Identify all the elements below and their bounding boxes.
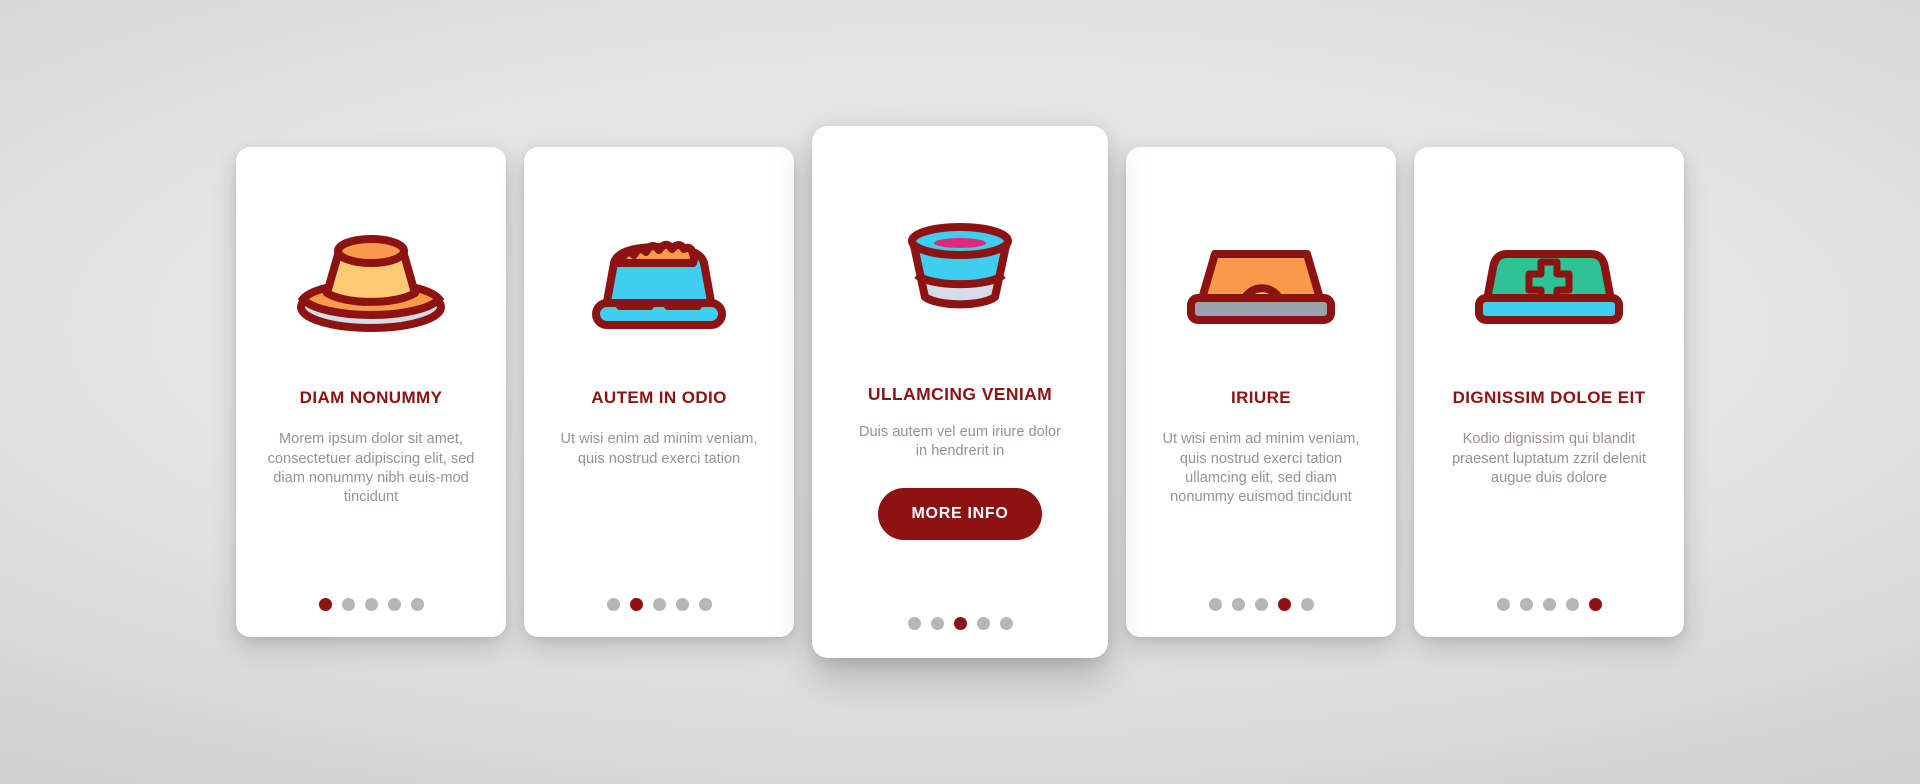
pagination-dots[interactable] xyxy=(524,598,794,611)
onboarding-card-autem-in-odio[interactable]: AUTEM IN ODIO Ut wisi enim ad minim veni… xyxy=(524,147,794,637)
card-body-text: Duis autem vel eum iriure dolor in hendr… xyxy=(859,424,1061,460)
pagination-dot-1[interactable] xyxy=(1496,598,1510,611)
pet-food-bowl-kibble-icon xyxy=(584,223,734,338)
onboarding-card-dignissim-doloe-eit[interactable]: DIGNISSIM DOLOE EIT Kodio dignissim qui … xyxy=(1414,147,1684,637)
pagination-dot-5[interactable] xyxy=(1588,598,1602,611)
pet-house-bed-icon xyxy=(1181,228,1341,333)
pagination-dot-2[interactable] xyxy=(341,598,355,611)
pagination-dot-3[interactable] xyxy=(652,598,666,611)
card-icon-slot xyxy=(254,173,488,388)
card-title: AUTEM IN ODIO xyxy=(591,388,727,407)
card-title: IRIURE xyxy=(1230,388,1292,407)
pagination-dot-5[interactable] xyxy=(999,617,1013,630)
pagination-dots[interactable] xyxy=(1414,598,1684,611)
pagination-dot-4[interactable] xyxy=(976,617,990,630)
pagination-dot-4[interactable] xyxy=(387,598,401,611)
pagination-dots[interactable] xyxy=(236,598,506,611)
onboarding-card-ullamcing-veniam[interactable]: ULLAMCING VENIAM Duis autem vel eum iriu… xyxy=(812,126,1108,658)
pagination-dots[interactable] xyxy=(812,617,1108,630)
card-icon-slot xyxy=(542,173,776,388)
pagination-dot-5[interactable] xyxy=(410,598,424,611)
card-icon-slot xyxy=(832,154,1088,384)
pagination-dot-5[interactable] xyxy=(698,598,712,611)
onboarding-screens-stage: DIAM NONUMMY Morem ipsum dolor sit amet,… xyxy=(0,0,1920,784)
card-body-text: Ut wisi enim ad minim veniam, quis nostr… xyxy=(1162,431,1360,506)
pagination-dot-1[interactable] xyxy=(907,617,921,630)
onboarding-card-iriure[interactable]: IRIURE Ut wisi enim ad minim veniam, qui… xyxy=(1126,147,1396,637)
pagination-dot-2[interactable] xyxy=(1519,598,1533,611)
card-title: ULLAMCING VENIAM xyxy=(867,384,1053,404)
cards-row: DIAM NONUMMY Morem ipsum dolor sit amet,… xyxy=(0,0,1920,784)
pagination-dot-1[interactable] xyxy=(1208,598,1222,611)
pagination-dot-4[interactable] xyxy=(675,598,689,611)
pagination-dot-4[interactable] xyxy=(1565,598,1579,611)
water-bowl-icon xyxy=(895,217,1025,322)
card-title: DIGNISSIM DOLOE EIT xyxy=(1452,388,1646,407)
card-title: DIAM NONUMMY xyxy=(299,388,443,407)
pagination-dot-5[interactable] xyxy=(1300,598,1314,611)
pagination-dot-3[interactable] xyxy=(1542,598,1556,611)
card-icon-slot xyxy=(1432,173,1666,388)
card-body-text: Ut wisi enim ad minim veniam, quis nostr… xyxy=(560,431,758,467)
card-body-text: Kodio dignissim qui blandit praesent lup… xyxy=(1452,431,1646,486)
pagination-dot-1[interactable] xyxy=(606,598,620,611)
pagination-dot-2[interactable] xyxy=(1231,598,1245,611)
pagination-dot-4[interactable] xyxy=(1277,598,1291,611)
pagination-dot-3[interactable] xyxy=(364,598,378,611)
pagination-dot-1[interactable] xyxy=(318,598,332,611)
pagination-dot-2[interactable] xyxy=(629,598,643,611)
vet-medical-bed-icon xyxy=(1469,228,1629,333)
pagination-dots[interactable] xyxy=(1126,598,1396,611)
more-info-button[interactable]: MORE INFO xyxy=(877,487,1043,540)
card-icon-slot xyxy=(1144,173,1378,388)
pagination-dot-3[interactable] xyxy=(953,617,967,630)
card-body-text: Morem ipsum dolor sit amet, consectetuer… xyxy=(267,431,475,506)
onboarding-card-diam-nonummy[interactable]: DIAM NONUMMY Morem ipsum dolor sit amet,… xyxy=(236,147,506,637)
pet-bowl-flan-icon xyxy=(291,223,451,338)
pagination-dot-2[interactable] xyxy=(930,617,944,630)
pagination-dot-3[interactable] xyxy=(1254,598,1268,611)
